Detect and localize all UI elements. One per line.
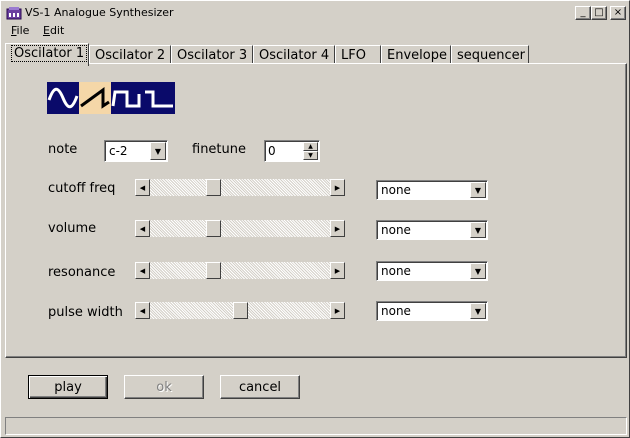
scroll-left-icon[interactable]: ◀ xyxy=(135,302,150,319)
waveform-option-sawtooth[interactable] xyxy=(79,82,111,114)
waveform-option-pulse[interactable] xyxy=(143,82,175,114)
spin-up-icon[interactable]: ▲ xyxy=(303,142,318,151)
pulse-width-slider[interactable]: ◀ ▶ xyxy=(135,302,345,319)
finetune-label: finetune xyxy=(192,142,246,157)
tab-envelope[interactable]: Envelope xyxy=(381,45,451,65)
resonance-slider[interactable]: ◀ ▶ xyxy=(135,262,345,279)
spin-down-icon[interactable]: ▼ xyxy=(303,151,318,160)
menu-file[interactable]: File xyxy=(11,24,29,37)
finetune-value: 0 xyxy=(268,144,276,158)
play-button[interactable]: play xyxy=(28,375,108,399)
app-icon xyxy=(6,7,22,20)
close-icon: × xyxy=(613,7,623,18)
slider-thumb[interactable] xyxy=(206,179,221,196)
scroll-right-icon[interactable]: ▶ xyxy=(330,302,345,319)
oscilator-panel: note c-2 ▼ finetune 0 ▲ ▼ cutoff freq ◀ … xyxy=(5,63,627,358)
scroll-right-icon[interactable]: ▶ xyxy=(330,262,345,279)
close-button[interactable]: × xyxy=(610,6,626,20)
waveform-option-sine[interactable] xyxy=(47,82,79,114)
tab-oscilator-1[interactable]: Oscilator 1 xyxy=(5,43,89,66)
synth-window: VS-1 Analogue Synthesizer _ □ × File Edi… xyxy=(0,0,630,438)
window-title: VS-1 Analogue Synthesizer xyxy=(25,6,174,19)
menu-edit[interactable]: Edit xyxy=(43,24,64,37)
scroll-left-icon[interactable]: ◀ xyxy=(135,179,150,196)
note-label: note xyxy=(48,142,78,157)
scroll-right-icon[interactable]: ▶ xyxy=(330,220,345,237)
chevron-down-icon[interactable]: ▼ xyxy=(470,222,486,238)
scroll-right-icon[interactable]: ▶ xyxy=(330,179,345,196)
tab-oscilator-2[interactable]: Oscilator 2 xyxy=(89,45,171,65)
volume-modulation-value: none xyxy=(381,223,411,237)
sawtooth-wave-icon xyxy=(80,87,110,109)
chevron-down-icon[interactable]: ▼ xyxy=(150,142,166,160)
resonance-modulation-value: none xyxy=(381,264,411,278)
volume-label: volume xyxy=(48,221,97,236)
cutoff-freq-modulation-value: none xyxy=(381,183,411,197)
note-value: c-2 xyxy=(109,144,128,158)
note-select[interactable]: c-2 ▼ xyxy=(104,140,168,162)
cancel-button[interactable]: cancel xyxy=(220,375,300,399)
waveform-selector xyxy=(47,82,175,114)
chevron-down-icon[interactable]: ▼ xyxy=(470,182,486,198)
status-bar xyxy=(5,417,627,435)
scroll-left-icon[interactable]: ◀ xyxy=(135,220,150,237)
chevron-down-icon[interactable]: ▼ xyxy=(470,303,486,319)
pulse-width-modulation-select[interactable]: none ▼ xyxy=(376,301,488,321)
tab-oscilator-3[interactable]: Oscilator 3 xyxy=(171,45,253,65)
square-wave-icon xyxy=(111,90,141,108)
waveform-option-square[interactable] xyxy=(111,82,143,114)
maximize-button[interactable]: □ xyxy=(591,6,607,20)
cutoff-freq-modulation-select[interactable]: none ▼ xyxy=(376,180,488,200)
volume-modulation-select[interactable]: none ▼ xyxy=(376,220,488,240)
minimize-button[interactable]: _ xyxy=(575,6,591,20)
resonance-modulation-select[interactable]: none ▼ xyxy=(376,261,488,281)
sine-wave-icon xyxy=(47,87,79,109)
finetune-stepper[interactable]: 0 ▲ ▼ xyxy=(264,140,320,162)
cutoff-freq-label: cutoff freq xyxy=(48,181,116,196)
slider-thumb[interactable] xyxy=(233,302,248,319)
resonance-label: resonance xyxy=(48,265,116,280)
slider-thumb[interactable] xyxy=(206,220,221,237)
menu-bar: File Edit xyxy=(3,22,627,40)
tab-oscilator-4[interactable]: Oscilator 4 xyxy=(253,45,335,65)
pulse-width-modulation-value: none xyxy=(381,304,411,318)
tab-sequencer[interactable]: sequencer xyxy=(451,45,529,65)
cutoff-freq-slider[interactable]: ◀ ▶ xyxy=(135,179,345,196)
pulse-wave-icon xyxy=(145,90,173,108)
slider-thumb[interactable] xyxy=(206,262,221,279)
scroll-left-icon[interactable]: ◀ xyxy=(135,262,150,279)
chevron-down-icon[interactable]: ▼ xyxy=(470,263,486,279)
ok-button[interactable]: ok xyxy=(124,375,204,399)
maximize-icon: □ xyxy=(594,7,604,18)
pulse-width-label: pulse width xyxy=(48,305,123,320)
volume-slider[interactable]: ◀ ▶ xyxy=(135,220,345,237)
tab-lfo[interactable]: LFO xyxy=(335,45,381,65)
title-bar[interactable]: VS-1 Analogue Synthesizer _ □ × xyxy=(3,3,627,22)
minimize-icon: _ xyxy=(580,7,586,18)
